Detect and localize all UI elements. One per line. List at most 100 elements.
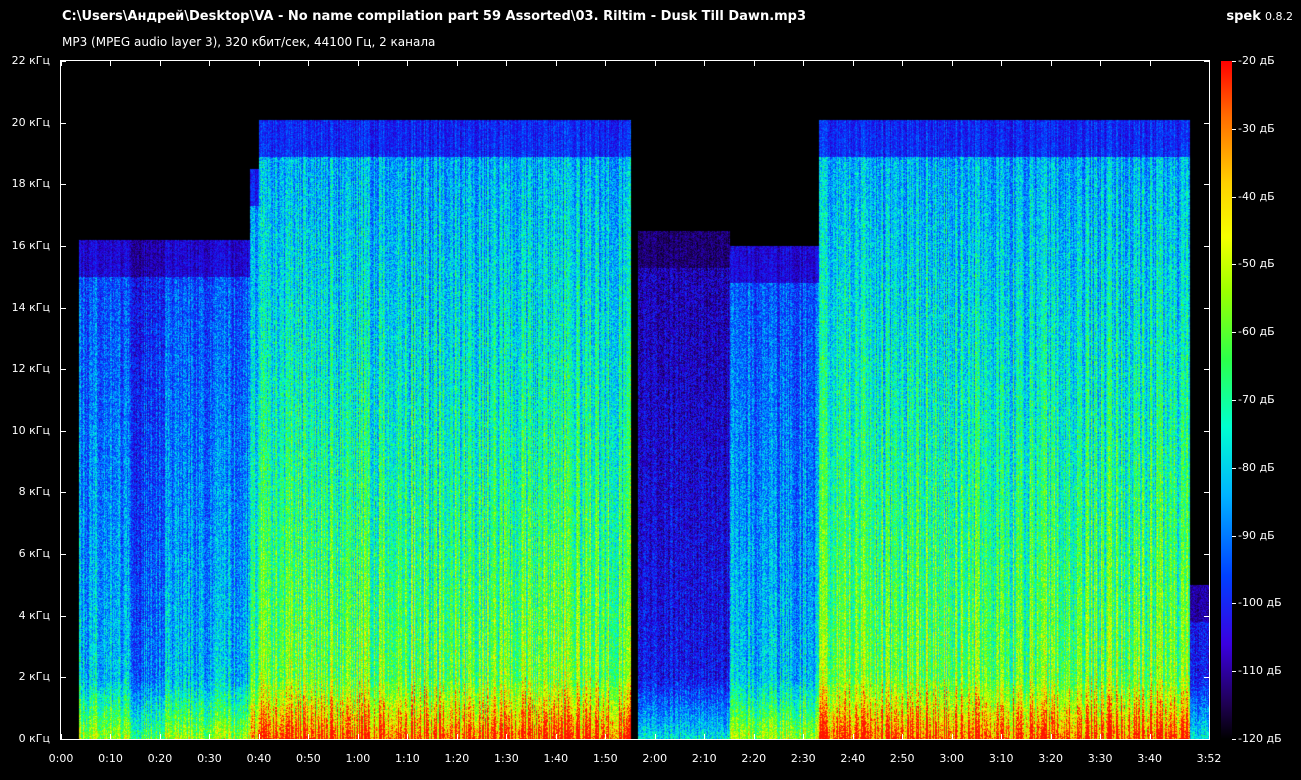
time-tick-mark xyxy=(704,734,705,740)
time-tick-mark xyxy=(358,60,359,66)
time-tick-mark xyxy=(259,734,260,740)
freq-tick-mark xyxy=(1204,616,1210,617)
spectrogram-plot[interactable] xyxy=(61,61,1209,739)
time-tick-mark xyxy=(952,734,953,740)
time-tick-mark xyxy=(655,60,656,66)
db-tick-mark xyxy=(1232,536,1236,537)
freq-tick-mark xyxy=(60,431,66,432)
time-tick-mark xyxy=(358,734,359,740)
time-tick-label: 2:30 xyxy=(790,752,816,765)
time-tick-mark xyxy=(308,60,309,66)
time-tick-label: 3:40 xyxy=(1137,752,1162,765)
freq-tick-label: 14 кГц xyxy=(11,300,50,314)
time-tick-mark xyxy=(61,60,62,66)
app-brand: spek 0.8.2 xyxy=(1226,9,1293,24)
db-tick-mark xyxy=(1232,468,1236,469)
freq-tick-mark xyxy=(1204,308,1210,309)
db-tick-mark xyxy=(1232,739,1236,740)
db-tick-label: -120 дБ xyxy=(1238,732,1282,745)
time-tick-mark xyxy=(754,60,755,66)
time-tick-mark xyxy=(160,734,161,740)
freq-tick-mark xyxy=(60,246,66,247)
db-tick-mark xyxy=(1232,264,1236,265)
freq-tick-label: 20 кГц xyxy=(11,115,50,129)
freq-tick-mark xyxy=(1204,677,1210,678)
time-tick-label: 3:00 xyxy=(939,752,965,765)
freq-tick-mark xyxy=(60,677,66,678)
time-tick-mark xyxy=(605,60,606,66)
time-tick-mark xyxy=(407,734,408,740)
time-tick-mark xyxy=(902,60,903,66)
time-tick-label: 3:20 xyxy=(1038,752,1063,765)
time-tick-mark xyxy=(754,734,755,740)
freq-tick-mark xyxy=(1204,123,1210,124)
freq-tick-label: 4 кГц xyxy=(18,608,50,622)
freq-tick-label: 16 кГц xyxy=(11,238,50,252)
db-tick-mark xyxy=(1232,129,1236,130)
freq-tick-mark xyxy=(60,492,66,493)
time-tick-mark xyxy=(308,734,309,740)
freq-tick-mark xyxy=(1204,492,1210,493)
time-tick-mark xyxy=(655,734,656,740)
time-tick-mark xyxy=(1001,734,1002,740)
time-tick-mark xyxy=(209,734,210,740)
time-tick-label: 1:10 xyxy=(395,752,420,765)
freq-tick-mark xyxy=(60,616,66,617)
db-tick-mark xyxy=(1232,671,1236,672)
db-tick-label: -90 дБ xyxy=(1238,528,1275,542)
db-tick-mark xyxy=(1232,61,1236,62)
time-tick-mark xyxy=(457,60,458,66)
db-tick-label: -50 дБ xyxy=(1238,257,1275,271)
time-tick-label: 1:30 xyxy=(493,752,519,765)
db-tick-label: -70 дБ xyxy=(1238,393,1275,406)
time-tick-label: 3:30 xyxy=(1087,752,1113,765)
spectrogram-canvas[interactable] xyxy=(61,61,1209,739)
db-tick-label: -100 дБ xyxy=(1238,596,1282,610)
time-tick-label: 1:20 xyxy=(444,752,470,765)
db-tick-mark xyxy=(1232,400,1236,401)
freq-tick-label: 12 кГц xyxy=(11,362,50,376)
time-tick-mark xyxy=(61,734,62,740)
time-tick-mark xyxy=(605,734,606,740)
time-tick-mark xyxy=(556,734,557,740)
time-tick-label: 2:00 xyxy=(642,752,668,765)
time-tick-mark xyxy=(853,60,854,66)
db-tick-mark xyxy=(1232,332,1236,333)
freq-tick-mark xyxy=(1204,431,1210,432)
time-tick-mark xyxy=(1209,60,1210,66)
time-tick-mark xyxy=(1051,734,1052,740)
freq-tick-mark xyxy=(60,308,66,309)
time-tick-mark xyxy=(1100,734,1101,740)
time-tick-label: 0:20 xyxy=(147,752,173,765)
time-tick-mark xyxy=(1209,734,1210,740)
time-tick-mark xyxy=(1100,60,1101,66)
time-tick-mark xyxy=(1150,734,1151,740)
db-tick-label: -40 дБ xyxy=(1238,189,1275,203)
time-tick-mark xyxy=(556,60,557,66)
time-tick-label: 0:50 xyxy=(296,752,321,765)
freq-tick-label: 6 кГц xyxy=(18,547,50,561)
db-tick-label: -20 дБ xyxy=(1238,54,1275,67)
time-tick-mark xyxy=(1051,60,1052,66)
time-tick-mark xyxy=(407,60,408,66)
time-tick-label: 3:10 xyxy=(988,752,1014,765)
db-tick-label: -80 дБ xyxy=(1238,460,1275,474)
freq-tick-mark xyxy=(1204,184,1210,185)
time-tick-label: 0:10 xyxy=(98,752,123,765)
db-color-scale xyxy=(1221,61,1232,739)
time-tick-mark xyxy=(1150,60,1151,66)
db-tick-label: -30 дБ xyxy=(1238,121,1275,135)
freq-tick-label: 18 кГц xyxy=(11,177,50,191)
freq-tick-label: 0 кГц xyxy=(18,732,50,745)
time-tick-label: 1:00 xyxy=(345,752,371,765)
time-tick-mark xyxy=(506,734,507,740)
freq-tick-label: 22 кГц xyxy=(11,54,50,67)
freq-tick-mark xyxy=(1204,246,1210,247)
time-tick-mark xyxy=(160,60,161,66)
freq-tick-mark xyxy=(1204,554,1210,555)
time-tick-mark xyxy=(952,60,953,66)
freq-tick-mark xyxy=(1204,369,1210,370)
time-tick-mark xyxy=(457,734,458,740)
time-tick-label: 0:30 xyxy=(197,752,222,765)
time-tick-label: 2:10 xyxy=(691,752,717,765)
